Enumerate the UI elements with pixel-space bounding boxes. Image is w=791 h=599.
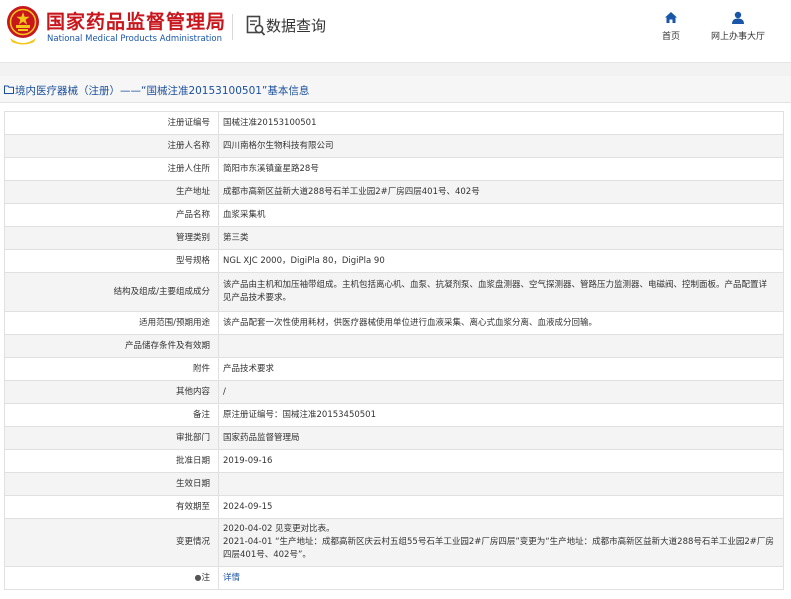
user-icon	[732, 11, 744, 24]
row-value: 血浆采集机	[218, 203, 784, 227]
row-value: 四川南格尔生物科技有限公司	[218, 134, 784, 158]
detail-table-wrapper: 注册证编号 国械注准20153100501 注册人名称 四川南格尔生物科技有限公…	[4, 111, 784, 590]
home-icon	[665, 12, 677, 23]
row-label: 附件	[4, 357, 219, 381]
row-value	[218, 334, 784, 358]
table-row: 变更情况 2020-04-02 见变更对比表。 2021-04-01 “生产地址…	[4, 518, 784, 567]
table-row: 生效日期	[4, 472, 784, 496]
row-value: 产品技术要求	[218, 357, 784, 381]
row-label-text: 注	[201, 573, 210, 583]
header-band	[0, 62, 791, 76]
table-row: 结构及组成/主要组成成分 该产品由主机和加压袖带组成。主机包括离心机、血泵、抗凝…	[4, 272, 784, 312]
row-label: 管理类别	[4, 226, 219, 250]
row-label: 批准日期	[4, 449, 219, 473]
row-value: /	[218, 380, 784, 404]
row-label: 审批部门	[4, 426, 219, 450]
nav-home[interactable]: 首页	[654, 11, 688, 42]
row-value: 原注册证编号：国械注准20153450501	[218, 403, 784, 427]
row-label: 产品储存条件及有效期	[4, 334, 219, 358]
row-value: 2019-09-16	[218, 449, 784, 473]
nav-online-office[interactable]: 网上办事大厅	[706, 11, 770, 42]
folder-icon	[4, 85, 14, 94]
org-name-cn: 国家药品监督管理局	[46, 11, 227, 33]
details-link[interactable]: 详情	[223, 573, 240, 583]
row-label: 适用范围/预期用途	[4, 311, 219, 335]
breadcrumb-bar: 境内医疗器械（注册）——“国械注准20153100501”基本信息	[0, 76, 791, 103]
row-value: 第三类	[218, 226, 784, 250]
row-label: 产品名称	[4, 203, 219, 227]
table-row: 注册证编号 国械注准20153100501	[4, 111, 784, 135]
table-row: 生产地址 成都市高新区益新大道288号石羊工业园2#厂房四层401号、402号	[4, 180, 784, 204]
detail-table: 注册证编号 国械注准20153100501 注册人名称 四川南格尔生物科技有限公…	[4, 111, 784, 590]
change-line: 2020-04-02 见变更对比表。	[223, 524, 335, 534]
row-value: 国械注准20153100501	[218, 111, 784, 135]
table-row: 产品储存条件及有效期	[4, 334, 784, 358]
row-label: 结构及组成/主要组成成分	[4, 272, 219, 312]
table-row: 批准日期 2019-09-16	[4, 449, 784, 473]
national-emblem-icon	[7, 6, 39, 45]
row-label: 生效日期	[4, 472, 219, 496]
nav-home-label: 首页	[661, 32, 680, 42]
change-line: 2021-04-01 “生产地址：成都高新区庆云村五组55号石羊工业园2#厂房四…	[223, 537, 774, 560]
row-label: 其他内容	[4, 380, 219, 404]
section-title: 数据查询	[266, 17, 327, 35]
row-label: 有效期至	[4, 495, 219, 519]
site-header: 国家药品监督管理局 National Medical Products Admi…	[0, 0, 791, 62]
row-value: 2024-09-15	[218, 495, 784, 519]
row-value: 2020-04-02 见变更对比表。 2021-04-01 “生产地址：成都高新…	[218, 518, 784, 567]
row-value: 成都市高新区益新大道288号石羊工业园2#厂房四层401号、402号	[218, 180, 784, 204]
row-value: 简阳市东溪镇童星路28号	[218, 157, 784, 181]
row-value: 国家药品监督管理局	[218, 426, 784, 450]
row-label: 生产地址	[4, 180, 219, 204]
table-row: 产品名称 血浆采集机	[4, 203, 784, 227]
table-row: 注册人名称 四川南格尔生物科技有限公司	[4, 134, 784, 158]
row-label: 变更情况	[4, 518, 219, 567]
row-value: 该产品由主机和加压袖带组成。主机包括离心机、血泵、抗凝剂泵、血浆盘测器、空气探测…	[218, 272, 784, 312]
row-label: 注册人名称	[4, 134, 219, 158]
row-value: 该产品配套一次性使用耗材，供医疗器械使用单位进行血液采集、离心式血浆分离、血液成…	[218, 311, 784, 335]
table-row: ●注 详情	[4, 566, 784, 590]
nav-online-office-label: 网上办事大厅	[710, 32, 765, 42]
row-value: NGL XJC 2000，DigiPla 80，DigiPla 90	[218, 249, 784, 273]
row-label: ●注	[4, 566, 219, 590]
table-row: 其他内容 /	[4, 380, 784, 404]
row-label: 注册人住所	[4, 157, 219, 181]
table-row: 适用范围/预期用途 该产品配套一次性使用耗材，供医疗器械使用单位进行血液采集、离…	[4, 311, 784, 335]
table-row: 注册人住所 简阳市东溪镇童星路28号	[4, 157, 784, 181]
org-name-en: National Medical Products Administration	[47, 34, 222, 44]
table-row: 备注 原注册证编号：国械注准20153450501	[4, 403, 784, 427]
breadcrumb: 境内医疗器械（注册）——“国械注准20153100501”基本信息	[15, 85, 310, 97]
table-row: 管理类别 第三类	[4, 226, 784, 250]
row-value	[218, 472, 784, 496]
row-label: 型号规格	[4, 249, 219, 273]
row-label: 注册证编号	[4, 111, 219, 135]
document-search-icon	[246, 15, 266, 36]
table-row: 附件 产品技术要求	[4, 357, 784, 381]
header-divider	[232, 14, 233, 40]
row-label: 备注	[4, 403, 219, 427]
table-row: 型号规格 NGL XJC 2000，DigiPla 80，DigiPla 90	[4, 249, 784, 273]
row-value: 详情	[218, 566, 784, 590]
table-row: 有效期至 2024-09-15	[4, 495, 784, 519]
table-row: 审批部门 国家药品监督管理局	[4, 426, 784, 450]
